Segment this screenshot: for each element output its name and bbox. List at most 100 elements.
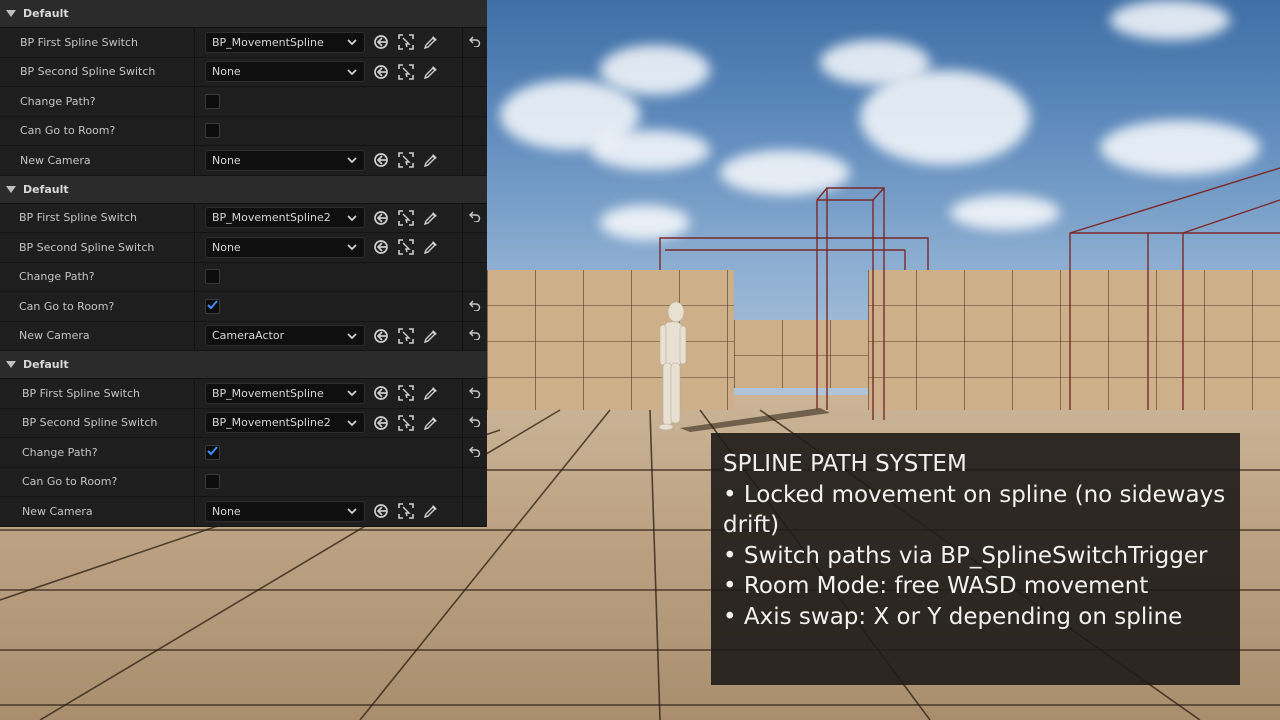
- info-title: SPLINE PATH SYSTEM: [723, 451, 967, 477]
- reset-column: [462, 87, 487, 116]
- section-title: Default: [23, 182, 69, 196]
- browse-to-asset-icon[interactable]: [372, 151, 390, 169]
- property-value: BP_MovementSpline: [195, 28, 487, 57]
- browse-to-asset-icon[interactable]: [372, 209, 390, 227]
- reset-icon: [469, 299, 481, 314]
- reset-to-default-button[interactable]: [462, 28, 487, 57]
- browse-to-asset-icon[interactable]: [372, 327, 390, 345]
- chevron-down-icon: [346, 241, 358, 253]
- pick-actor-icon[interactable]: [422, 327, 440, 345]
- dropdown-value: None: [212, 153, 241, 167]
- pick-actor-icon[interactable]: [422, 63, 440, 81]
- reset-to-default-button[interactable]: [462, 408, 487, 437]
- chevron-down-icon: [346, 417, 358, 429]
- reset-to-default-button[interactable]: [462, 438, 487, 467]
- change-path-checkbox[interactable]: [205, 93, 220, 109]
- property-value: [195, 292, 487, 321]
- section-header[interactable]: Default: [0, 175, 487, 204]
- property-value: BP_MovementSpline2: [195, 409, 487, 438]
- collapse-arrow-icon[interactable]: [6, 185, 16, 193]
- reset-to-default-button[interactable]: [462, 203, 487, 232]
- use-selected-icon[interactable]: [397, 327, 415, 345]
- dropdown-value: BP_MovementSpline: [212, 35, 324, 49]
- pick-actor-icon[interactable]: [422, 502, 440, 520]
- use-selected-icon[interactable]: [397, 238, 415, 256]
- dropdown-value: None: [212, 65, 241, 79]
- pick-actor-icon[interactable]: [422, 414, 440, 432]
- browse-to-asset-icon[interactable]: [372, 414, 390, 432]
- property-row: New Camera None: [0, 497, 487, 527]
- property-row: Change Path?: [0, 262, 487, 292]
- use-selected-icon[interactable]: [397, 209, 415, 227]
- reset-column: [462, 146, 487, 175]
- property-value: BP_MovementSpline: [195, 379, 487, 408]
- chevron-down-icon: [346, 505, 358, 517]
- property-label-change-path: Change Path?: [0, 438, 195, 467]
- browse-to-asset-icon[interactable]: [372, 384, 390, 402]
- property-value: [195, 263, 487, 292]
- checkmark-icon: [206, 298, 219, 314]
- browse-to-asset-icon[interactable]: [372, 33, 390, 51]
- property-row: BP First Spline Switch BP_MovementSpline2: [0, 203, 487, 233]
- reset-column: [462, 116, 487, 145]
- use-selected-icon[interactable]: [397, 502, 415, 520]
- pick-actor-icon[interactable]: [422, 209, 440, 227]
- section-header[interactable]: Default: [0, 0, 487, 28]
- section-title: Default: [23, 7, 69, 20]
- chevron-down-icon: [346, 66, 358, 78]
- reset-icon: [469, 328, 481, 343]
- collapse-arrow-icon[interactable]: [6, 10, 16, 17]
- change-path-checkbox[interactable]: [205, 269, 220, 285]
- reset-icon: [469, 415, 481, 430]
- info-line: • Locked movement on spline (no sideways…: [723, 481, 1226, 539]
- bp-second-spline-switch-dropdown[interactable]: None: [205, 236, 365, 258]
- checkmark-icon: [206, 444, 219, 460]
- pick-actor-icon[interactable]: [422, 151, 440, 169]
- chevron-down-icon: [346, 387, 358, 399]
- property-row: New Camera None: [0, 146, 487, 176]
- property-row: New Camera CameraActor: [0, 321, 487, 351]
- use-selected-icon[interactable]: [397, 151, 415, 169]
- use-selected-icon[interactable]: [397, 414, 415, 432]
- new-camera-dropdown[interactable]: None: [205, 149, 365, 171]
- info-line: • Axis swap: X or Y depending on spline: [723, 603, 1183, 630]
- section-header[interactable]: Default: [0, 351, 487, 379]
- collapse-arrow-icon[interactable]: [6, 361, 16, 368]
- browse-to-asset-icon[interactable]: [372, 63, 390, 81]
- dropdown-value: None: [212, 240, 241, 254]
- reset-column: [462, 497, 487, 526]
- use-selected-icon[interactable]: [397, 63, 415, 81]
- use-selected-icon[interactable]: [397, 384, 415, 402]
- bp-first-spline-switch-dropdown[interactable]: BP_MovementSpline: [205, 382, 365, 404]
- can-go-to-room-checkbox[interactable]: [205, 298, 220, 314]
- property-label-change-path: Change Path?: [0, 262, 195, 291]
- dropdown-value: BP_MovementSpline: [212, 386, 324, 400]
- change-path-checkbox[interactable]: [205, 444, 220, 460]
- bp-first-spline-switch-dropdown[interactable]: BP_MovementSpline2: [205, 207, 365, 229]
- bp-second-spline-switch-dropdown[interactable]: None: [205, 61, 365, 83]
- property-label-can-go-to-room: Can Go to Room?: [0, 467, 195, 496]
- property-row: Can Go to Room?: [0, 116, 487, 146]
- property-label-new-camera: New Camera: [0, 146, 195, 175]
- use-selected-icon[interactable]: [397, 33, 415, 51]
- new-camera-dropdown[interactable]: CameraActor: [205, 325, 365, 347]
- property-row: BP First Spline Switch BP_MovementSpline: [0, 28, 487, 58]
- property-row: BP Second Spline Switch BP_MovementSpline…: [0, 408, 487, 438]
- bp-first-spline-switch-dropdown[interactable]: BP_MovementSpline: [205, 31, 365, 53]
- bp-second-spline-switch-dropdown[interactable]: BP_MovementSpline2: [205, 412, 365, 434]
- browse-to-asset-icon[interactable]: [372, 238, 390, 256]
- browse-to-asset-icon[interactable]: [372, 502, 390, 520]
- new-camera-dropdown[interactable]: None: [205, 500, 365, 522]
- reset-to-default-button[interactable]: [462, 292, 487, 321]
- can-go-to-room-checkbox[interactable]: [205, 474, 220, 490]
- reset-to-default-button[interactable]: [462, 321, 487, 350]
- property-value: None: [195, 233, 487, 262]
- reset-to-default-button[interactable]: [462, 379, 487, 408]
- pick-actor-icon[interactable]: [422, 238, 440, 256]
- property-value: None: [195, 58, 487, 87]
- pick-actor-icon[interactable]: [422, 384, 440, 402]
- pick-actor-icon[interactable]: [422, 33, 440, 51]
- can-go-to-room-checkbox[interactable]: [205, 123, 220, 139]
- property-label-bp-first-spline-switch: BP First Spline Switch: [0, 203, 195, 232]
- dropdown-value: CameraActor: [212, 329, 285, 343]
